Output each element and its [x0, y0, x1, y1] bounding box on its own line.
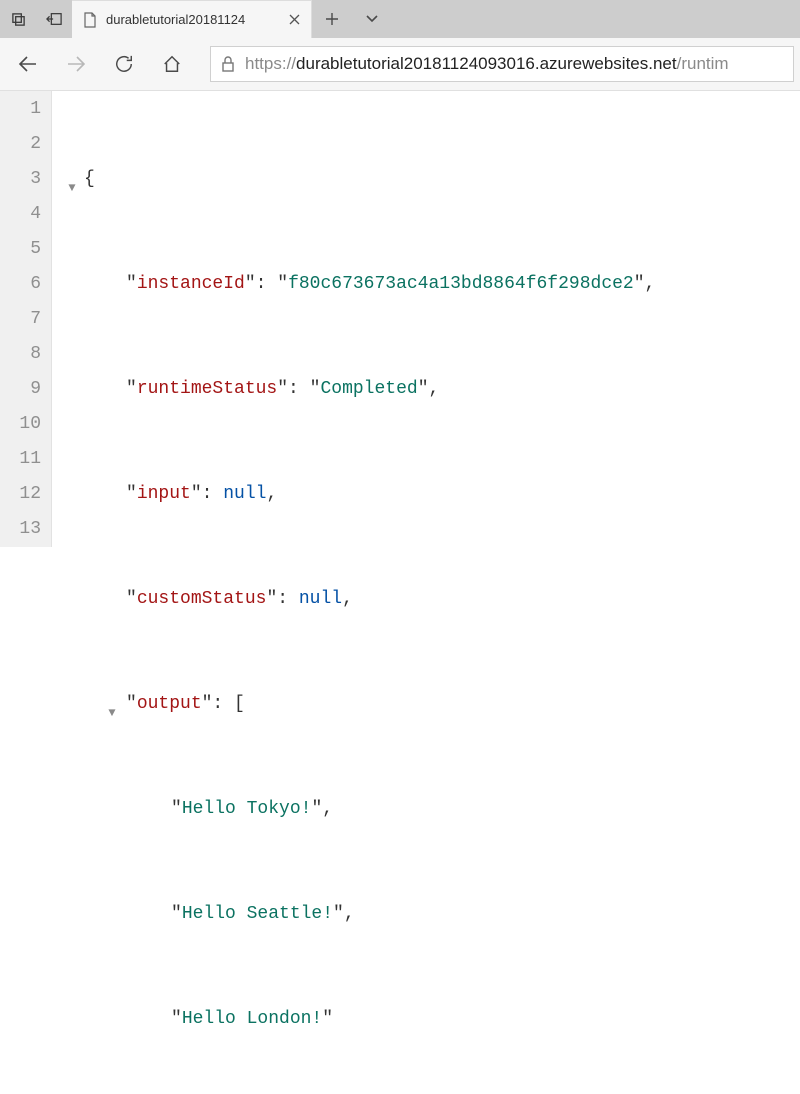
new-tab-button[interactable]	[312, 0, 352, 38]
line-number: 13	[0, 512, 51, 547]
url-scheme: https://	[245, 54, 296, 73]
line-number: 4	[0, 197, 51, 232]
code-line: "customStatus": null,	[56, 582, 800, 617]
code-line: ▼"output": [	[56, 687, 800, 722]
line-number: 1	[0, 92, 51, 127]
code-line: "input": null,	[56, 477, 800, 512]
forward-button[interactable]	[54, 42, 98, 86]
fold-toggle-icon[interactable]: ▼	[64, 171, 80, 206]
fold-toggle-icon[interactable]: ▼	[104, 696, 120, 731]
tab-actions-icon[interactable]	[0, 0, 36, 38]
url-path: /runtim	[677, 54, 729, 73]
code-line: "Hello Seattle!",	[56, 897, 800, 932]
close-tab-icon[interactable]	[285, 11, 303, 29]
line-number: 6	[0, 267, 51, 302]
line-number: 10	[0, 407, 51, 442]
browser-toolbar: https://durabletutorial20181124093016.az…	[0, 38, 800, 91]
code-line: "Hello London!"	[56, 1002, 800, 1037]
line-number-gutter: 12345678910111213	[0, 91, 52, 547]
set-aside-tabs-icon[interactable]	[36, 0, 72, 38]
file-icon	[82, 12, 98, 28]
url-host: durabletutorial20181124093016.azurewebsi…	[296, 54, 677, 73]
home-button[interactable]	[150, 42, 194, 86]
back-button[interactable]	[6, 42, 50, 86]
code-line: "instanceId": "f80c673673ac4a13bd8864f6f…	[56, 267, 800, 302]
line-number: 2	[0, 127, 51, 162]
json-content: ▼{ "instanceId": "f80c673673ac4a13bd8864…	[52, 91, 800, 547]
tab-title: durabletutorial20181124	[106, 12, 277, 27]
browser-tabstrip: durabletutorial20181124	[0, 0, 800, 38]
refresh-button[interactable]	[102, 42, 146, 86]
json-viewer: 12345678910111213 ▼{ "instanceId": "f80c…	[0, 91, 800, 547]
url-text: https://durabletutorial20181124093016.az…	[245, 54, 783, 74]
line-number: 8	[0, 337, 51, 372]
lock-icon	[221, 56, 235, 72]
code-line: "runtimeStatus": "Completed",	[56, 372, 800, 407]
line-number: 3	[0, 162, 51, 197]
line-number: 7	[0, 302, 51, 337]
tab-overflow-icon[interactable]	[352, 0, 392, 38]
line-number: 9	[0, 372, 51, 407]
code-line: ▼{	[56, 162, 800, 197]
line-number: 11	[0, 442, 51, 477]
line-number: 5	[0, 232, 51, 267]
browser-tab-active[interactable]: durabletutorial20181124	[72, 0, 312, 38]
line-number: 12	[0, 477, 51, 512]
code-line: "Hello Tokyo!",	[56, 792, 800, 827]
address-bar[interactable]: https://durabletutorial20181124093016.az…	[210, 46, 794, 82]
